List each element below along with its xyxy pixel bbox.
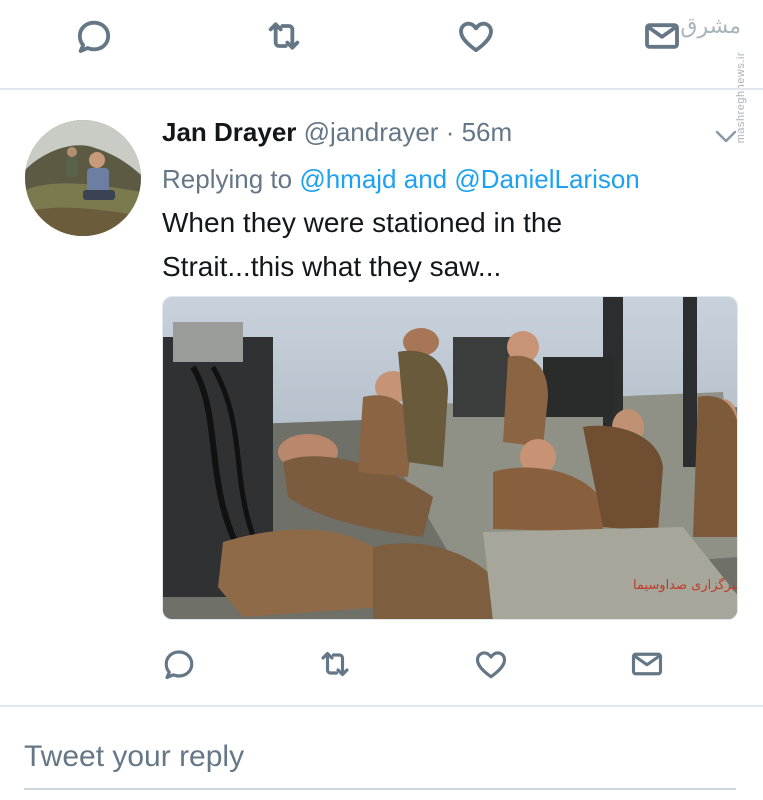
retweet-icon — [268, 22, 300, 50]
media-image: خبرگزاری صداوسیما — [163, 297, 738, 619]
reply-input-underline — [24, 788, 736, 790]
like-icon — [459, 21, 493, 53]
tweet-media-photo[interactable]: خبرگزاری صداوسیما — [162, 296, 738, 620]
like-button[interactable] — [454, 14, 498, 58]
like-button[interactable] — [469, 642, 513, 686]
reply-button[interactable] — [157, 642, 201, 686]
tweet-text-line: When they were stationed in the — [162, 207, 563, 238]
replying-to: Replying to @hmajd and @DanielLarison — [162, 159, 640, 199]
reply-composer — [0, 712, 763, 800]
top-action-bar — [0, 14, 763, 64]
direct-message-button[interactable] — [640, 14, 684, 58]
direct-message-icon — [645, 23, 679, 49]
reply-button[interactable] — [72, 14, 116, 58]
tweet-timestamp[interactable]: 56m — [462, 117, 513, 147]
divider-bottom — [0, 705, 763, 707]
retweet-icon — [321, 651, 349, 677]
reply-input[interactable] — [24, 734, 724, 780]
tweet-header: Jan Drayer @jandrayer · 56m — [162, 112, 512, 152]
like-icon — [475, 651, 507, 679]
avatar-photo — [25, 120, 141, 236]
watermark-logo: ﻣﺸﺮﻕ — [680, 14, 741, 39]
chevron-down-icon — [715, 130, 737, 143]
site-watermark: ﻣﺸﺮﻕ mashreghnews.ir — [680, 14, 747, 143]
reply-icon — [164, 650, 194, 680]
avatar[interactable] — [25, 120, 141, 236]
replying-prefix: Replying to — [162, 164, 293, 194]
direct-message-icon — [631, 652, 663, 676]
reply-conjunction: and — [403, 164, 448, 194]
retweet-button[interactable] — [262, 14, 306, 58]
author-name[interactable]: Jan Drayer — [162, 117, 296, 147]
header-separator: · — [445, 117, 455, 147]
mention-link-2[interactable]: @DanielLarison — [454, 164, 639, 194]
mention-link-1[interactable]: @hmajd — [299, 164, 396, 194]
direct-message-button[interactable] — [625, 642, 669, 686]
author-handle[interactable]: @jandrayer — [304, 117, 439, 147]
retweet-button[interactable] — [313, 642, 357, 686]
media-caption: خبرگزاری صداوسیما — [633, 577, 738, 593]
tweet-menu-button[interactable] — [712, 124, 740, 148]
tweet-text-line: Strait...this what they saw... — [162, 251, 502, 282]
tweet-action-bar — [0, 642, 763, 686]
tweet-text: When they were stationed in the Strait..… — [162, 201, 722, 289]
divider-top — [0, 88, 763, 90]
reply-icon — [77, 20, 111, 53]
